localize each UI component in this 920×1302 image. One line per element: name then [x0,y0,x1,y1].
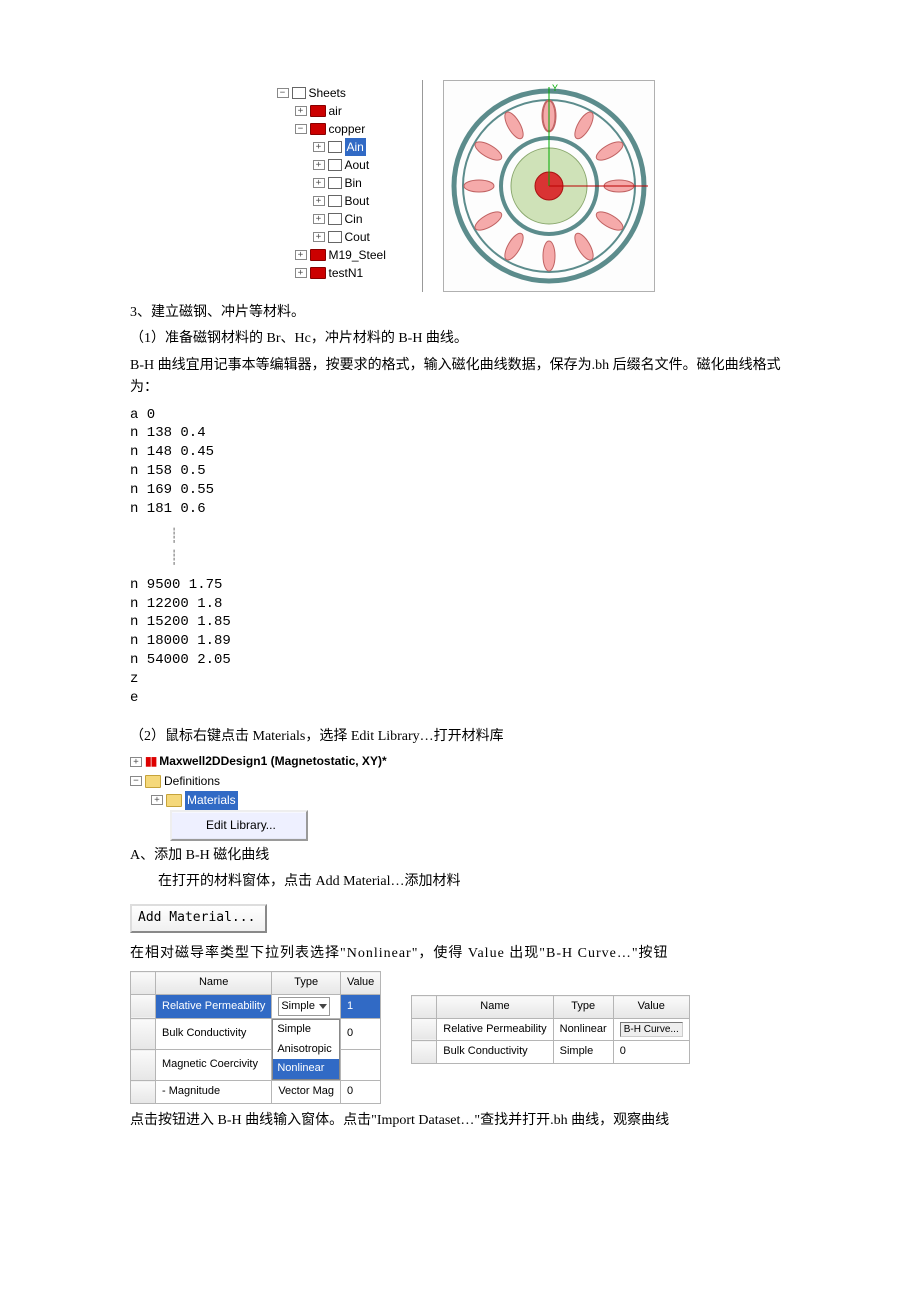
top-figures: − Sheets + air − copper + Ain + Aout + Bin + Bo… [130,80,790,292]
cell-type[interactable]: Simple [553,1041,613,1064]
expand-icon[interactable]: + [313,178,325,188]
sheet-icon [328,231,342,243]
project-tree: +▮▮Maxwell2DDesign1 (Magnetostatic, XY)*… [130,752,790,841]
cell-type[interactable]: Simple [272,994,341,1019]
col-type: Type [272,972,341,995]
cell-bulk[interactable]: Bulk Conductivity [437,1041,553,1064]
col-value: Value [613,996,689,1019]
collapse-icon[interactable]: − [277,88,289,98]
material-icon [310,249,326,261]
tree-item-bout[interactable]: Bout [345,192,370,210]
expand-icon[interactable]: + [313,214,325,224]
cell-bulk[interactable]: Bulk Conductivity [156,1019,272,1050]
tree-item-bin[interactable]: Bin [345,174,362,192]
expand-icon[interactable]: + [313,196,325,206]
para-3-1: （1）准备磁钢材料的 Br、Hc，冲片材料的 B-H 曲线。 [130,328,790,350]
context-menu-edit-library[interactable]: Edit Library... [170,810,308,841]
tree-item-ain[interactable]: Ain [345,138,366,156]
expand-icon[interactable]: + [295,250,307,260]
property-table-right: Name Type Value Relative Permeability No… [411,995,689,1064]
expand-icon[interactable]: + [295,106,307,116]
tree-item-cout[interactable]: Cout [345,228,370,246]
tree-item-cin[interactable]: Cin [345,210,363,228]
cell-relperm[interactable]: Relative Permeability [156,994,272,1019]
sheet-icon [328,159,342,171]
add-material-button[interactable]: Add Material... [130,904,267,933]
cell-value[interactable]: 0 [340,1019,380,1050]
col-name: Name [437,996,553,1019]
cell-type[interactable]: Vector Mag [272,1081,341,1104]
cell-value[interactable]: 0 [340,1081,380,1104]
tree-item-copper[interactable]: copper [329,120,366,138]
expand-icon[interactable]: + [313,232,325,242]
sheet-icon [328,177,342,189]
tree-item-testn1[interactable]: testN1 [329,264,364,282]
bh-data-top: a 0 n 138 0.4 n 148 0.45 n 158 0.5 n 169… [130,406,790,519]
sheet-icon [328,141,342,153]
cell-value[interactable] [340,1050,380,1081]
property-table-left: Name Type Value Relative Permeability Si… [130,971,381,1104]
collapse-icon[interactable]: − [130,776,142,786]
material-icon [310,123,326,135]
tree-item-m19[interactable]: M19_Steel [329,246,386,264]
bh-curve-button[interactable]: B-H Curve... [613,1018,689,1041]
collapse-icon[interactable]: − [295,124,307,134]
para-A2: 在打开的材料窗体，点击 Add Material…添加材料 [130,871,790,893]
property-tables: Name Type Value Relative Permeability Si… [130,971,790,1104]
material-icon [310,267,326,279]
para-A: A、添加 B-H 磁化曲线 [130,845,790,867]
motor-diagram: Y [443,80,655,292]
sheet-icon [328,213,342,225]
cell-value[interactable]: 0 [613,1041,689,1064]
row-header [412,996,437,1019]
row-header [131,972,156,995]
sheet-icon [328,195,342,207]
dropdown-list[interactable]: Simple Anisotropic Nonlinear [272,1019,341,1081]
definitions-node[interactable]: Definitions [164,772,220,791]
para-3-2: （2）鼠标右键点击 Materials，选择 Edit Library…打开材料… [130,726,790,748]
bh-data-bottom: n 9500 1.75 n 12200 1.8 n 15200 1.85 n 1… [130,576,790,708]
col-value: Value [340,972,380,995]
sheets-icon [292,87,306,99]
opt-simple[interactable]: Simple [273,1020,339,1040]
para-bh-intro: B-H 曲线宜用记事本等编辑器，按要求的格式，输入磁化曲线数据，保存为.bh 后… [130,355,790,400]
opt-aniso[interactable]: Anisotropic [273,1040,339,1060]
para-3: 3、建立磁钢、冲片等材料。 [130,302,790,324]
cell-mag[interactable]: - Magnitude [156,1081,272,1104]
folder-icon [166,794,182,807]
type-dropdown[interactable]: Simple [278,997,330,1017]
expand-icon[interactable]: + [313,160,325,170]
cell-value[interactable]: 1 [340,994,380,1019]
para-nonlinear: 在相对磁导率类型下拉列表选择"Nonlinear"，使得 Value 出现"B-… [130,943,790,965]
cell-type[interactable]: Nonlinear [553,1018,613,1041]
material-icon [310,105,326,117]
para-import: 点击按钮进入 B-H 曲线输入窗体。点击"Import Dataset…"查找并… [130,1110,790,1132]
col-type: Type [553,996,613,1019]
opt-nonlinear[interactable]: Nonlinear [273,1059,339,1079]
design-node[interactable]: Maxwell2DDesign1 (Magnetostatic, XY)* [159,752,386,771]
folder-icon [145,775,161,788]
expand-icon[interactable]: + [295,268,307,278]
expand-icon[interactable]: + [130,757,142,767]
chevron-down-icon [319,1004,327,1009]
cell-coerc[interactable]: Magnetic Coercivity [156,1050,272,1081]
tree-item-air[interactable]: air [329,102,342,120]
tree-root: Sheets [309,84,346,102]
cell-relperm[interactable]: Relative Permeability [437,1018,553,1041]
design-icon: ▮▮ [145,752,156,771]
expand-icon[interactable]: + [151,795,163,805]
materials-node[interactable]: Materials [185,791,238,810]
sheets-tree: − Sheets + air − copper + Ain + Aout + Bin + Bo… [266,80,423,292]
svg-text:Y: Y [552,83,558,93]
col-name: Name [156,972,272,995]
expand-icon[interactable]: + [313,142,325,152]
ellipsis-icon: ┊┊ [170,525,790,570]
tree-item-aout[interactable]: Aout [345,156,370,174]
